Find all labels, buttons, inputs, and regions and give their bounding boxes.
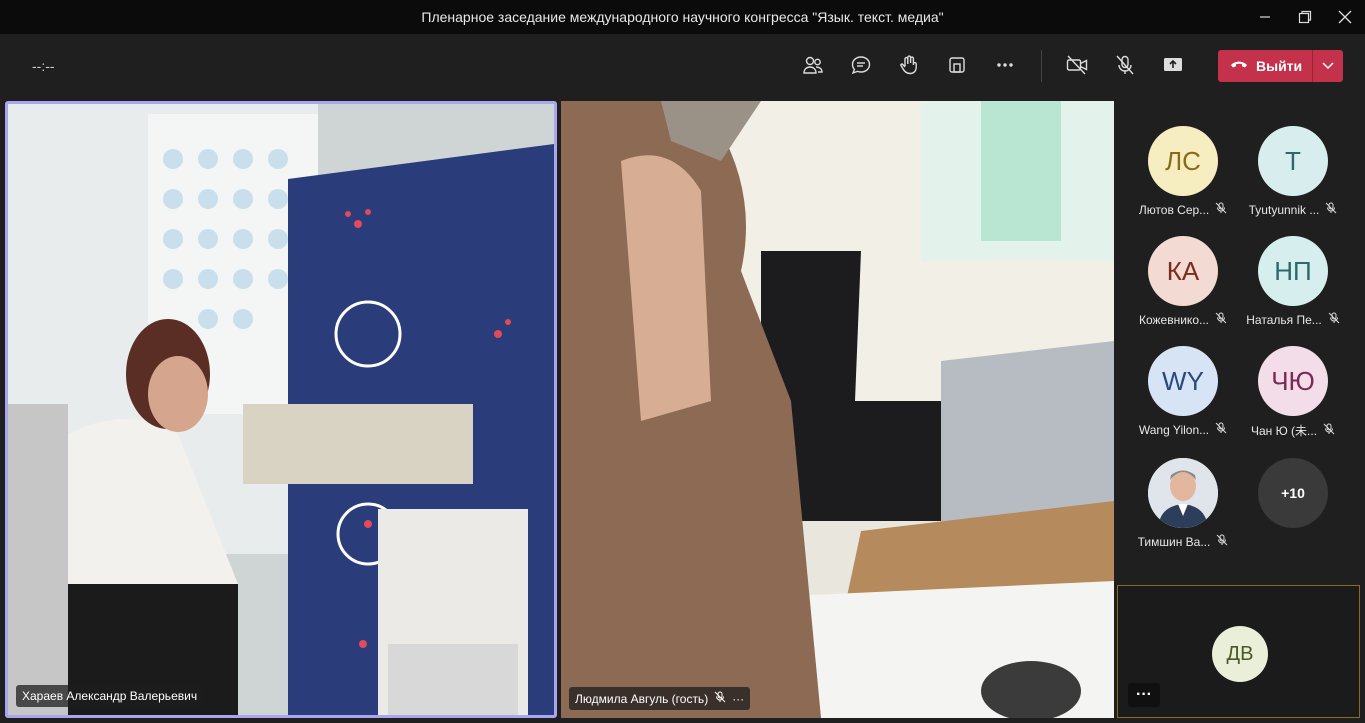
- mic-off-icon: [1328, 312, 1340, 327]
- self-preview-tile[interactable]: ДВ ···: [1117, 585, 1360, 718]
- mic-off-icon: [1216, 534, 1228, 549]
- avatar: ЧЮ: [1258, 346, 1328, 416]
- participant-label: Tyutyunnik ...: [1248, 202, 1320, 217]
- tile-more-options[interactable]: ···: [732, 692, 744, 706]
- more-participants-count: +10: [1258, 458, 1328, 528]
- minimize-icon[interactable]: [1245, 0, 1285, 34]
- participants-icon[interactable]: [796, 48, 830, 82]
- avatar-photo: [1148, 458, 1218, 528]
- participant-video-frame: [561, 101, 1114, 718]
- meeting-stage: Хараев Александр Валерьевич Людмила Авгу…: [0, 96, 1365, 723]
- mic-off-icon: [714, 691, 726, 706]
- participant-label: Кожевнико...: [1139, 312, 1209, 327]
- camera-off-icon[interactable]: [1060, 48, 1094, 82]
- toolbar-media-controls: [1060, 48, 1204, 82]
- raise-hand-icon[interactable]: [892, 48, 926, 82]
- participant-item[interactable]: НП Наталья Пе...: [1238, 236, 1348, 327]
- leave-button-group: Выйти: [1218, 50, 1343, 82]
- participant-item[interactable]: Тимшин Ва...: [1128, 458, 1238, 549]
- video-tile-participant[interactable]: Людмила Авгуль (гость) ···: [561, 101, 1114, 718]
- self-avatar: ДВ: [1212, 626, 1268, 682]
- participant-item[interactable]: ЧЮ Чан Ю (未...: [1238, 346, 1348, 439]
- video-tile-speaker[interactable]: Хараев Александр Валерьевич: [5, 101, 557, 718]
- participant-label: Тимшин Ва...: [1137, 534, 1211, 549]
- toolbar-actions: [796, 48, 1036, 82]
- avatar: КА: [1148, 236, 1218, 306]
- leave-button[interactable]: Выйти: [1218, 50, 1312, 82]
- participant-name: Людмила Авгуль (гость): [575, 691, 709, 706]
- participant-label: Лютов Сер...: [1138, 202, 1210, 217]
- self-more-options[interactable]: ···: [1128, 683, 1160, 707]
- meeting-timer: --:--: [32, 58, 55, 74]
- mic-off-icon: [1215, 422, 1227, 437]
- avatar: НП: [1258, 236, 1328, 306]
- more-actions-icon[interactable]: [988, 48, 1022, 82]
- restore-icon[interactable]: [1285, 0, 1325, 34]
- meeting-toolbar: --:-- Выйти: [0, 34, 1365, 96]
- participant-name-tag: Людмила Авгуль (гость) ···: [569, 687, 751, 710]
- participant-item[interactable]: Т Tyutyunnik ...: [1238, 126, 1348, 217]
- avatar: Т: [1258, 126, 1328, 196]
- toolbar-divider: [1041, 50, 1042, 82]
- mic-off-icon: [1325, 202, 1337, 217]
- participant-item[interactable]: КА Кожевнико...: [1128, 236, 1238, 327]
- avatar: ЛС: [1148, 126, 1218, 196]
- mic-off-icon: [1323, 423, 1335, 438]
- window-controls: [1245, 0, 1365, 34]
- participant-label: Чан Ю (未...: [1250, 424, 1318, 438]
- share-screen-icon[interactable]: [1156, 48, 1190, 82]
- participant-label: Наталья Пе...: [1246, 312, 1322, 327]
- participant-item[interactable]: ЛС Лютов Сер...: [1128, 126, 1238, 217]
- leave-button-label: Выйти: [1256, 58, 1303, 74]
- rooms-icon[interactable]: [940, 48, 974, 82]
- speaker-video-frame: [8, 104, 554, 715]
- title-bar: Пленарное заседание международного научн…: [0, 0, 1365, 34]
- speaker-name: Хараев Александр Валерьевич: [22, 689, 198, 703]
- participant-roster: ЛС Лютов Сер... Т Tyutyunnik ... КА Коже…: [1116, 96, 1365, 586]
- participant-label: Wang Yilon...: [1138, 422, 1210, 437]
- mic-off-icon: [1215, 312, 1227, 327]
- phone-hangup-icon: [1230, 58, 1248, 74]
- chat-icon[interactable]: [844, 48, 878, 82]
- chevron-down-icon[interactable]: [1313, 62, 1343, 70]
- close-icon[interactable]: [1325, 0, 1365, 34]
- avatar: WY: [1148, 346, 1218, 416]
- window-title: Пленарное заседание международного научн…: [421, 9, 944, 25]
- participant-item[interactable]: WY Wang Yilon...: [1128, 346, 1238, 437]
- more-participants-button[interactable]: +10: [1238, 458, 1348, 528]
- mic-off-icon[interactable]: [1108, 48, 1142, 82]
- speaker-name-tag: Хараев Александр Валерьевич: [16, 685, 204, 707]
- mic-off-icon: [1215, 202, 1227, 217]
